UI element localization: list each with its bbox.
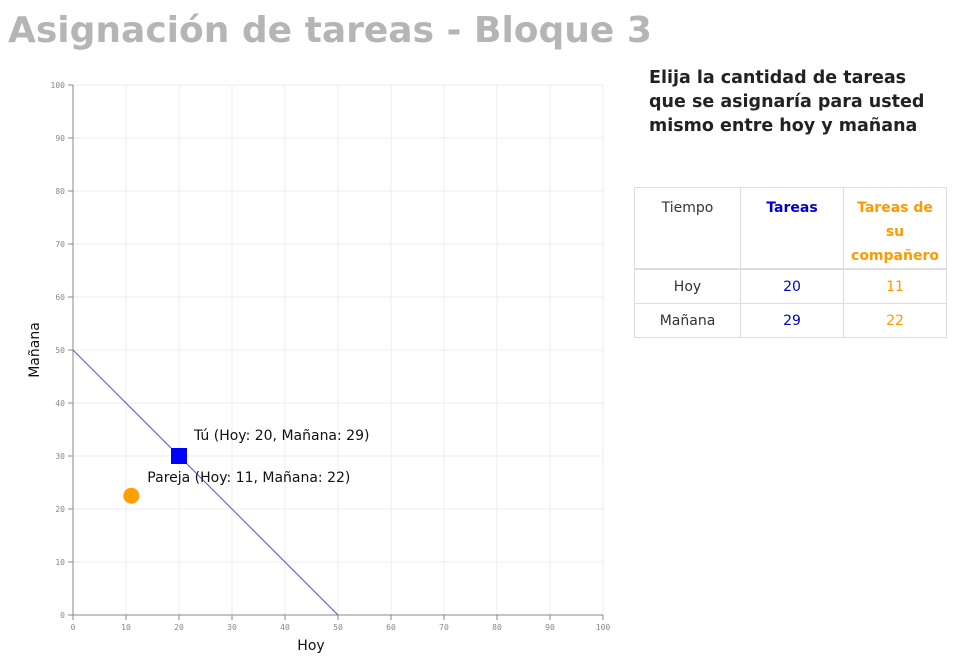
y-axis-label: Mañana bbox=[27, 322, 43, 378]
row-time-cell: Mañana bbox=[634, 303, 741, 338]
allocation-table: Tiempo Tareas Tareas de su compañero Hoy… bbox=[634, 187, 947, 338]
row-partner-cell: 22 bbox=[843, 303, 947, 338]
x-tick-label: 40 bbox=[280, 623, 290, 632]
table-row: Mañana 29 22 bbox=[634, 303, 947, 338]
x-tick-label: 70 bbox=[439, 623, 449, 632]
x-tick-label: 30 bbox=[227, 623, 237, 632]
partner-allocation-label: Pareja (Hoy: 11, Mañana: 22) bbox=[147, 470, 350, 486]
row-you-cell: 29 bbox=[740, 303, 844, 338]
y-tick-label: 10 bbox=[55, 558, 65, 567]
column-header-you: Tareas bbox=[740, 187, 844, 270]
x-axis-label: Hoy bbox=[297, 638, 324, 654]
y-tick-label: 100 bbox=[51, 81, 66, 90]
x-tick-label: 80 bbox=[492, 623, 502, 632]
table-row: Hoy 20 11 bbox=[634, 268, 947, 304]
x-tick-label: 90 bbox=[545, 623, 555, 632]
x-tick-label: 50 bbox=[333, 623, 343, 632]
y-tick-label: 20 bbox=[55, 505, 65, 514]
allocation-chart[interactable]: 00 10 10 20 20 30 30 40 40 50 50 60 60 70 70 80 80 90 90 10… bbox=[0, 0, 640, 668]
chart-ticks: 00 10 10 20 20 30 30 40 40 50 50 60 60 70 70 80 80 90 90 10… bbox=[51, 81, 611, 632]
y-tick-label: 70 bbox=[55, 240, 65, 249]
x-tick-label: 20 bbox=[174, 623, 184, 632]
chart-grid bbox=[73, 84, 604, 615]
x-tick-label: 0 bbox=[71, 623, 76, 632]
y-tick-label: 60 bbox=[55, 293, 65, 302]
your-allocation-marker[interactable] bbox=[171, 448, 187, 464]
partner-allocation-marker bbox=[123, 487, 140, 504]
column-header-time: Tiempo bbox=[634, 187, 741, 270]
column-header-partner: Tareas de su compañero bbox=[843, 187, 947, 270]
x-tick-label: 100 bbox=[596, 623, 611, 632]
row-partner-cell: 11 bbox=[843, 268, 947, 304]
y-tick-label: 90 bbox=[55, 134, 65, 143]
y-tick-label: 50 bbox=[55, 346, 65, 355]
y-tick-label: 40 bbox=[55, 399, 65, 408]
table-header-row: Tiempo Tareas Tareas de su compañero bbox=[634, 187, 947, 270]
your-allocation-label: Tú (Hoy: 20, Mañana: 29) bbox=[193, 428, 369, 444]
y-tick-label: 30 bbox=[55, 452, 65, 461]
chart-marks: Tú (Hoy: 20, Mañana: 29) Pareja (Hoy: 11,… bbox=[72, 349, 369, 616]
y-tick-label: 80 bbox=[55, 187, 65, 196]
row-time-cell: Hoy bbox=[634, 268, 741, 304]
instructions-text: Elija la cantidad de tareas que se asign… bbox=[649, 68, 925, 136]
x-tick-label: 60 bbox=[386, 623, 396, 632]
x-tick-label: 10 bbox=[121, 623, 131, 632]
row-you-cell: 20 bbox=[740, 268, 844, 304]
y-tick-label: 0 bbox=[60, 611, 65, 620]
